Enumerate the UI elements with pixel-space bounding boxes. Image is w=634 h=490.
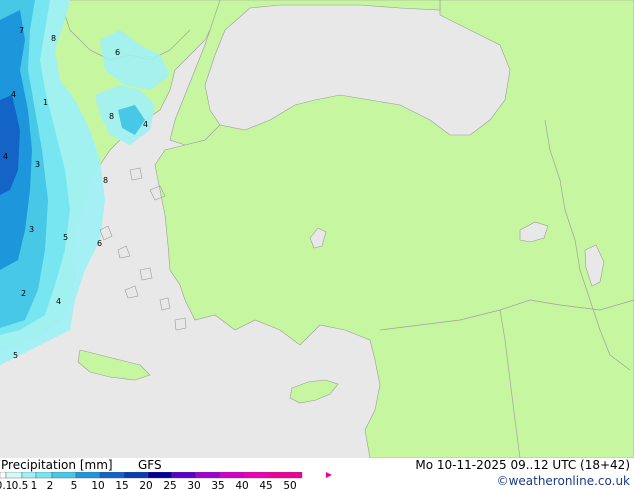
precip-value: 8 [103, 176, 108, 185]
color-swatch [195, 472, 221, 479]
scale-tick-label: 30 [187, 480, 200, 490]
scale-tick-label: 40 [235, 480, 248, 490]
color-swatch [243, 472, 269, 479]
scale-tick-label: 15 [115, 480, 128, 490]
precip-value: 4 [3, 152, 8, 161]
precip-value: 8 [109, 112, 114, 121]
color-swatch [0, 472, 7, 479]
scale-arrow [326, 472, 332, 478]
precip-value: 5 [63, 233, 68, 242]
precip-value: 4 [56, 297, 61, 306]
precip-value: 7 [19, 26, 24, 35]
precip-value: 2 [21, 289, 26, 298]
scale-tick-label: 35 [211, 480, 224, 490]
scale-tick-label: 0.5 [12, 480, 29, 490]
scale-tick-label: 45 [259, 480, 272, 490]
color-swatch [51, 472, 77, 479]
color-swatch [5, 472, 23, 479]
scale-tick-label: 1 [31, 480, 38, 490]
credit-link[interactable]: ©weatheronline.co.uk [497, 474, 630, 488]
scale-tick-label: 20 [139, 480, 152, 490]
color-swatch [219, 472, 245, 479]
model-name: GFS [138, 458, 162, 472]
color-swatch [171, 472, 197, 479]
precip-value: 4 [143, 120, 148, 129]
color-swatch [35, 472, 53, 479]
precip-value: 1 [43, 98, 48, 107]
color-swatch [75, 472, 101, 479]
map-footer: Precipitation [mm] GFS Mo 10-11-2025 09.… [0, 458, 634, 490]
scale-tick-label: 25 [163, 480, 176, 490]
precip-color-scale: 0.10.5125101520253035404550 [0, 472, 332, 490]
precip-value: 3 [29, 225, 34, 234]
color-swatch [99, 472, 125, 479]
run-date-label: Mo 10-11-2025 09..12 UTC (18+42) [415, 458, 630, 472]
color-swatch [21, 472, 37, 479]
precip-value: 6 [115, 48, 120, 57]
precipitation-map: 7 8 6 4 1 8 4 4 3 8 3 5 6 2 4 5 [0, 0, 634, 459]
precip-value: 8 [51, 34, 56, 43]
scale-tick-label: 50 [283, 480, 296, 490]
scale-tick-label: 10 [91, 480, 104, 490]
scale-tick-label: 2 [47, 480, 54, 490]
color-swatch [267, 472, 303, 479]
scale-tick-label: 5 [71, 480, 78, 490]
scale-tick-label: 0.1 [0, 480, 12, 490]
precip-value: 5 [13, 351, 18, 360]
color-swatch [123, 472, 149, 479]
color-swatch [147, 472, 173, 479]
legend-title: Precipitation [mm] [1, 458, 113, 472]
precip-value: 3 [35, 160, 40, 169]
precip-value: 6 [97, 239, 102, 248]
precip-value: 4 [11, 90, 16, 99]
